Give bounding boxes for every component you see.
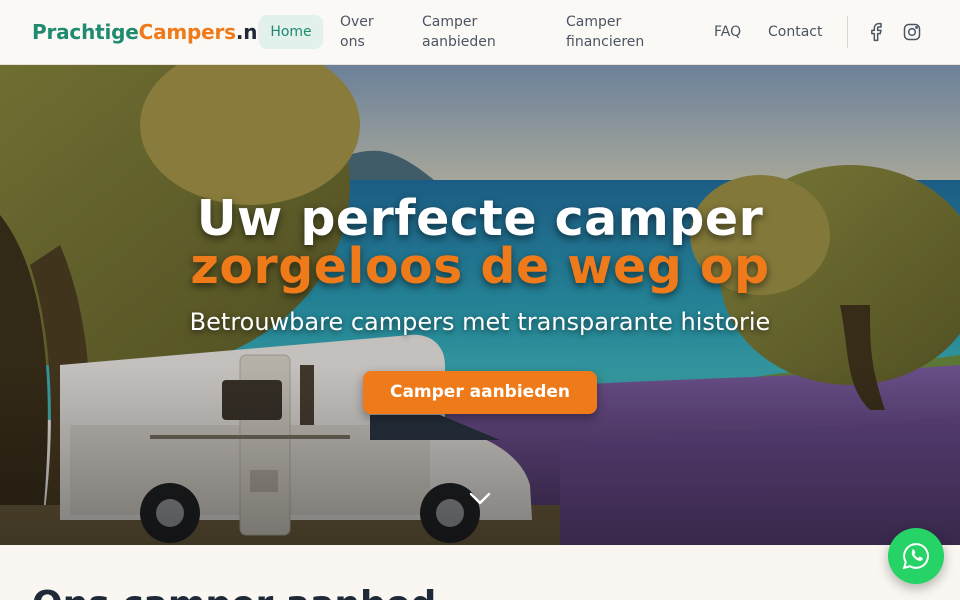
- nav-camper-financieren-line2: financieren: [566, 34, 645, 50]
- nav-camper-aanbieden-line2: aanbieden: [422, 34, 496, 50]
- nav-camper-aanbieden[interactable]: Camper aanbieden: [422, 12, 532, 52]
- whatsapp-icon: [902, 543, 929, 570]
- brand-part-1: Prachtige: [32, 20, 139, 44]
- site-header: PrachtigeCampers.nl Home Over ons Camper…: [0, 0, 960, 65]
- chevron-down-icon[interactable]: [469, 492, 491, 506]
- nav-over-ons-line1: Over: [340, 14, 374, 30]
- brand-logo[interactable]: PrachtigeCampers.nl: [32, 20, 264, 44]
- nav-camper-aanbieden-line1: Camper: [422, 14, 478, 30]
- facebook-icon[interactable]: [866, 22, 886, 42]
- nav-contact[interactable]: Contact: [768, 22, 822, 42]
- hero-section: Uw perfecte camper zorgeloos de weg op B…: [0, 65, 960, 545]
- nav-over-ons-line2: ons: [340, 34, 365, 50]
- nav-camper-financieren-line1: Camper: [566, 14, 622, 30]
- nav-divider: [847, 16, 848, 48]
- hero-title-line-2: zorgeloos de weg op: [190, 238, 770, 295]
- instagram-icon[interactable]: [902, 22, 922, 42]
- hero-background-image: [0, 65, 960, 545]
- hero-subtitle: Betrouwbare campers met transparante his…: [189, 308, 771, 336]
- nav-home[interactable]: Home: [259, 15, 323, 49]
- nav-faq[interactable]: FAQ: [714, 22, 741, 42]
- section-title-aanbod: Ons camper aanbod: [32, 584, 436, 600]
- whatsapp-button[interactable]: [888, 528, 944, 584]
- nav-camper-financieren[interactable]: Camper financieren: [566, 12, 676, 52]
- hero-cta-button[interactable]: Camper aanbieden: [363, 371, 597, 414]
- brand-part-2: Campers: [138, 20, 236, 44]
